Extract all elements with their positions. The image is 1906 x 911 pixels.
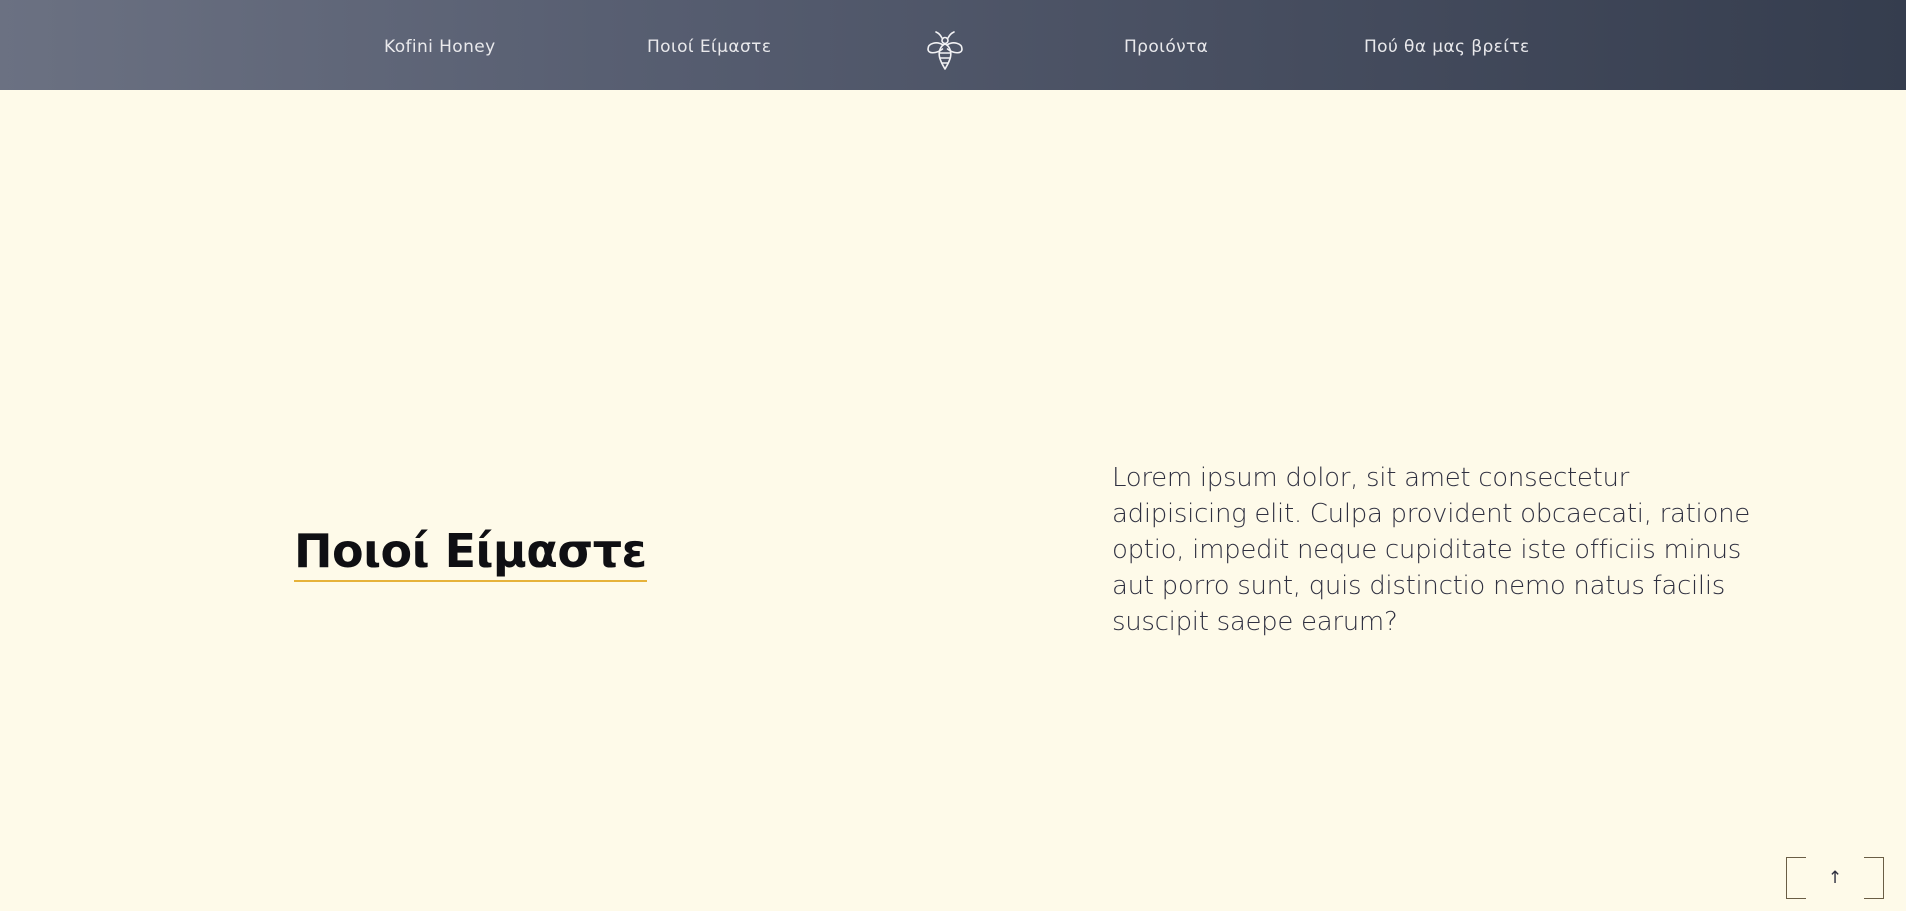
bee-icon [927,31,963,70]
bracket-right-decoration [1864,857,1884,899]
back-to-top-button[interactable]: ↑ [1786,857,1884,899]
nav-link-brand[interactable]: Kofini Honey [384,36,496,58]
nav-link-about[interactable]: Ποιοί Είμαστε [647,36,771,58]
nav-logo-link[interactable] [924,28,966,72]
nav-link-products[interactable]: Προιόντα [1124,36,1208,58]
top-navbar: Kofini Honey Ποιοί Είμαστε Προιόντα Πού … [0,0,1906,90]
nav-link-where[interactable]: Πού θα μας βρείτε [1364,36,1530,58]
about-paragraph: Lorem ipsum dolor, sit amet consectetur … [1112,463,1750,637]
page-title: Ποιοί Είμαστε [294,522,647,582]
